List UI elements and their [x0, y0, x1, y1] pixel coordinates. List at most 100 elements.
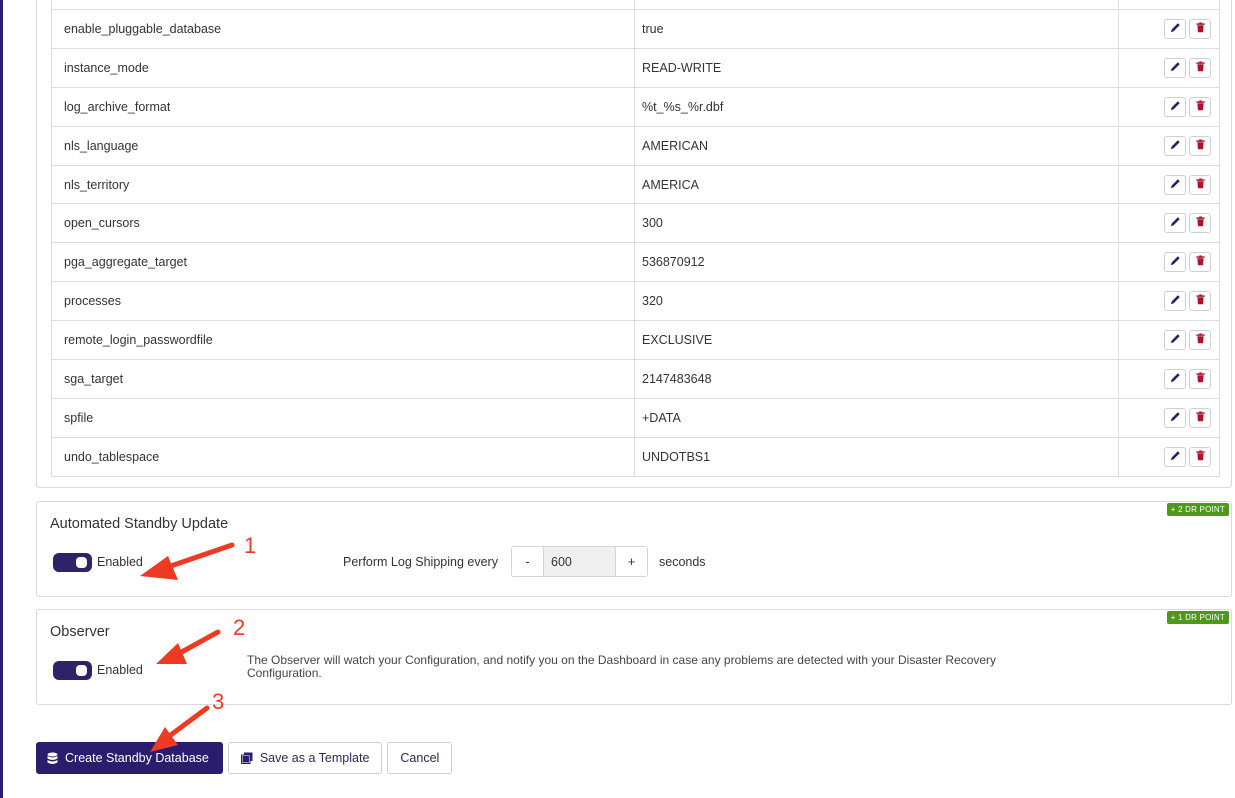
table-row: remote_login_passwordfile EXCLUSIVE [51, 320, 1220, 361]
row-actions [1118, 320, 1220, 361]
delete-button[interactable] [1189, 135, 1211, 156]
button-label: Cancel [400, 751, 440, 765]
log-shipping-label: Perform Log Shipping every [343, 555, 498, 569]
edit-button[interactable] [1164, 174, 1186, 195]
database-icon [47, 752, 58, 764]
table-row: enable_pluggable_database true [51, 9, 1220, 49]
button-label: Create Standby Database [65, 751, 209, 765]
table-row: processes 320 [51, 281, 1220, 322]
table-row: pga_aggregate_target 536870912 [51, 242, 1220, 283]
pencil-icon [1170, 255, 1181, 269]
pencil-icon [1170, 372, 1181, 386]
row-actions [1118, 164, 1220, 205]
pencil-icon [1170, 450, 1181, 464]
parameter-value: EXCLUSIVE [634, 320, 1119, 361]
delete-button[interactable] [1189, 407, 1211, 428]
toggle-knob [76, 665, 87, 676]
pencil-icon [1170, 139, 1181, 153]
parameter-name: nls_language [51, 125, 635, 166]
edit-button[interactable] [1164, 330, 1186, 351]
standby-update-toggle[interactable] [53, 553, 92, 572]
parameter-value: 2147483648 [634, 359, 1119, 399]
parameter-value: AMERICA [634, 164, 1119, 205]
edit-button[interactable] [1164, 252, 1186, 273]
parameter-value: +DATA [634, 397, 1119, 438]
edit-button[interactable] [1164, 213, 1186, 234]
section-title: Observer [50, 624, 110, 640]
delete-button[interactable] [1189, 330, 1211, 351]
edit-button[interactable] [1164, 407, 1186, 428]
trash-icon [1195, 139, 1206, 153]
edit-button[interactable] [1164, 291, 1186, 312]
trash-icon [1195, 294, 1206, 308]
delete-button[interactable] [1189, 368, 1211, 389]
edit-button[interactable] [1164, 57, 1186, 78]
automated-standby-update-section: Automated Standby Update + 2 DR POINT En… [36, 501, 1232, 597]
parameter-value: 536870912 [634, 242, 1119, 283]
parameter-value: %t_%s_%r.dbf [634, 86, 1119, 127]
parameter-name: undo_tablespace [51, 436, 635, 477]
toggle-label: Enabled [97, 555, 143, 569]
dr-point-badge: + 2 DR POINT [1166, 503, 1229, 516]
parameter-value: true [634, 9, 1119, 49]
table-row: log_archive_format %t_%s_%r.dbf [51, 86, 1220, 127]
parameter-name: remote_login_passwordfile [51, 320, 635, 361]
pencil-icon [1170, 294, 1181, 308]
parameter-name: pga_aggregate_target [51, 242, 635, 283]
table-row: spfile +DATA [51, 397, 1220, 438]
parameter-name: log_archive_format [51, 86, 635, 127]
row-actions [1118, 47, 1220, 88]
delete-button[interactable] [1189, 174, 1211, 195]
trash-icon [1195, 22, 1206, 36]
table-row: undo_tablespace UNDOTBS1 [51, 436, 1220, 477]
delete-button[interactable] [1189, 252, 1211, 273]
increment-button[interactable]: + [616, 547, 647, 576]
delete-button[interactable] [1189, 18, 1211, 39]
delete-button[interactable] [1189, 96, 1211, 117]
dr-point-badge: + 1 DR POINT [1166, 611, 1229, 624]
copy-icon [240, 752, 253, 764]
parameter-value: 320 [634, 281, 1119, 322]
annotation-number: 2 [233, 615, 246, 640]
trash-icon [1195, 100, 1206, 114]
row-actions [1118, 86, 1220, 127]
trash-icon [1195, 450, 1206, 464]
annotation-arrow [165, 705, 210, 740]
interval-input[interactable]: 600 [543, 547, 616, 576]
row-actions [1118, 203, 1220, 244]
edit-button[interactable] [1164, 446, 1186, 467]
annotation-number: 3 [212, 689, 225, 714]
parameter-value: UNDOTBS1 [634, 436, 1119, 477]
parameter-name: instance_mode [51, 47, 635, 88]
pencil-icon [1170, 411, 1181, 425]
pencil-icon [1170, 178, 1181, 192]
delete-button[interactable] [1189, 57, 1211, 78]
table-row: sga_target 2147483648 [51, 359, 1220, 399]
cancel-button[interactable]: Cancel [387, 742, 453, 774]
edit-button[interactable] [1164, 96, 1186, 117]
parameter-value: 300 [634, 203, 1119, 244]
parameter-name: processes [51, 281, 635, 322]
create-standby-database-button[interactable]: Create Standby Database [36, 742, 223, 774]
left-border [0, 0, 3, 798]
parameter-name: spfile [51, 397, 635, 438]
edit-button[interactable] [1164, 368, 1186, 389]
parameter-name: sga_target [51, 359, 635, 399]
row-actions [1118, 281, 1220, 322]
parameter-value: READ-WRITE [634, 47, 1119, 88]
decrement-button[interactable]: - [512, 547, 543, 576]
row-actions [1118, 436, 1220, 477]
pencil-icon [1170, 61, 1181, 75]
delete-button[interactable] [1189, 213, 1211, 234]
edit-button[interactable] [1164, 135, 1186, 156]
button-label: Save as a Template [259, 751, 370, 765]
pencil-icon [1170, 22, 1181, 36]
pencil-icon [1170, 100, 1181, 114]
delete-button[interactable] [1189, 446, 1211, 467]
observer-toggle[interactable] [53, 661, 92, 680]
trash-icon [1195, 255, 1206, 269]
save-as-template-button[interactable]: Save as a Template [227, 742, 383, 774]
trash-icon [1195, 372, 1206, 386]
delete-button[interactable] [1189, 291, 1211, 312]
edit-button[interactable] [1164, 18, 1186, 39]
